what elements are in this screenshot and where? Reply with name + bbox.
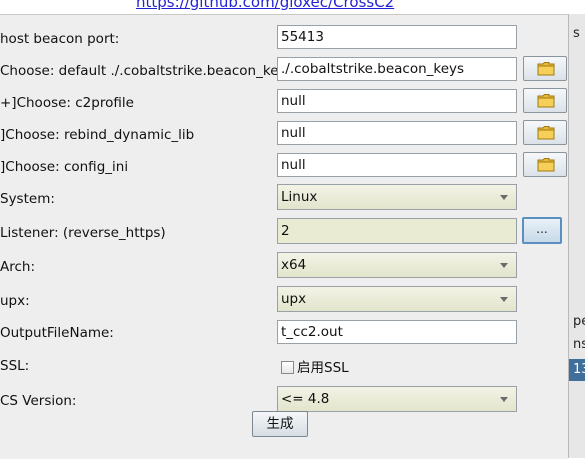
folder-icon xyxy=(537,158,555,172)
cs-version-select-value: <= 4.8 xyxy=(281,391,330,407)
row-listener: Listener: (reverse_https) ... xyxy=(0,217,568,248)
row-host-beacon-port: host beacon port: xyxy=(0,25,568,55)
chevron-down-icon xyxy=(500,263,508,268)
background-cell: pe xyxy=(573,314,585,329)
rebind-dynamic-lib-input[interactable] xyxy=(277,121,517,145)
background-window-top: https://github.com/gloxec/CrossC2 xyxy=(0,0,585,14)
c2profile-label: +]Choose: c2profile xyxy=(0,95,134,111)
beacon-keys-label: Choose: default ./.cobaltstrike.beacon_k… xyxy=(0,63,294,79)
upx-label: upx: xyxy=(0,293,30,309)
row-arch: Arch: x64 xyxy=(0,252,568,282)
ssl-checkbox[interactable] xyxy=(281,361,294,374)
cs-version-label: CS Version: xyxy=(0,393,77,409)
rebind-dynamic-lib-browse-button[interactable] xyxy=(523,120,567,145)
output-file-name-label: OutputFileName: xyxy=(0,325,114,341)
system-select[interactable]: Linux xyxy=(277,184,517,210)
chevron-down-icon xyxy=(500,397,508,402)
config-ini-input[interactable] xyxy=(277,153,517,177)
output-file-name-input[interactable] xyxy=(277,320,517,344)
background-window-right: s pe ns 13 xyxy=(568,14,585,458)
host-beacon-port-input[interactable] xyxy=(277,25,517,49)
cs-version-select[interactable]: <= 4.8 xyxy=(277,386,517,412)
row-output-file-name: OutputFileName: xyxy=(0,320,568,350)
row-ssl: SSL: 启用SSL xyxy=(0,354,568,384)
beacon-keys-input[interactable] xyxy=(277,57,517,81)
background-cell: s xyxy=(573,26,580,41)
system-label: System: xyxy=(0,191,55,207)
row-upx: upx: upx xyxy=(0,286,568,316)
arch-label: Arch: xyxy=(0,259,36,275)
crossc2-link[interactable]: https://github.com/gloxec/CrossC2 xyxy=(136,0,394,11)
folder-icon xyxy=(537,94,555,108)
folder-icon xyxy=(537,126,555,140)
background-selected-cell: 13 xyxy=(569,359,585,381)
row-system: System: Linux xyxy=(0,184,568,214)
rebind-dynamic-lib-label: ]Choose: rebind_dynamic_lib xyxy=(0,127,195,143)
row-config-ini: ]Choose: config_ini xyxy=(0,152,568,183)
upx-select[interactable]: upx xyxy=(277,286,517,312)
listener-select-button[interactable]: ... xyxy=(522,217,562,244)
system-select-value: Linux xyxy=(281,189,318,205)
ssl-checkbox-option[interactable]: 启用SSL xyxy=(281,356,349,376)
config-ini-label: ]Choose: config_ini xyxy=(0,159,129,175)
listener-input[interactable] xyxy=(277,218,517,244)
generate-button[interactable]: 生成 xyxy=(252,411,308,437)
c2profile-input[interactable] xyxy=(277,89,517,113)
ssl-label: SSL: xyxy=(0,358,30,374)
chevron-down-icon xyxy=(500,195,508,200)
chevron-down-icon xyxy=(500,297,508,302)
crossc2-dialog: host beacon port: Choose: default ./.cob… xyxy=(0,14,568,459)
beacon-keys-browse-button[interactable] xyxy=(523,56,567,81)
background-cell: ns xyxy=(573,337,585,352)
listener-label: Listener: (reverse_https) xyxy=(0,225,166,241)
row-rebind-dynamic-lib: ]Choose: rebind_dynamic_lib xyxy=(0,120,568,151)
c2profile-browse-button[interactable] xyxy=(523,88,567,113)
ssl-checkbox-label: 启用SSL xyxy=(297,360,349,376)
arch-select[interactable]: x64 xyxy=(277,252,517,278)
upx-select-value: upx xyxy=(281,291,307,307)
host-beacon-port-label: host beacon port: xyxy=(0,31,120,47)
row-c2profile: +]Choose: c2profile xyxy=(0,88,568,119)
folder-icon xyxy=(537,62,555,76)
config-ini-browse-button[interactable] xyxy=(523,152,567,177)
row-beacon-keys: Choose: default ./.cobaltstrike.beacon_k… xyxy=(0,56,568,87)
arch-select-value: x64 xyxy=(281,257,307,273)
